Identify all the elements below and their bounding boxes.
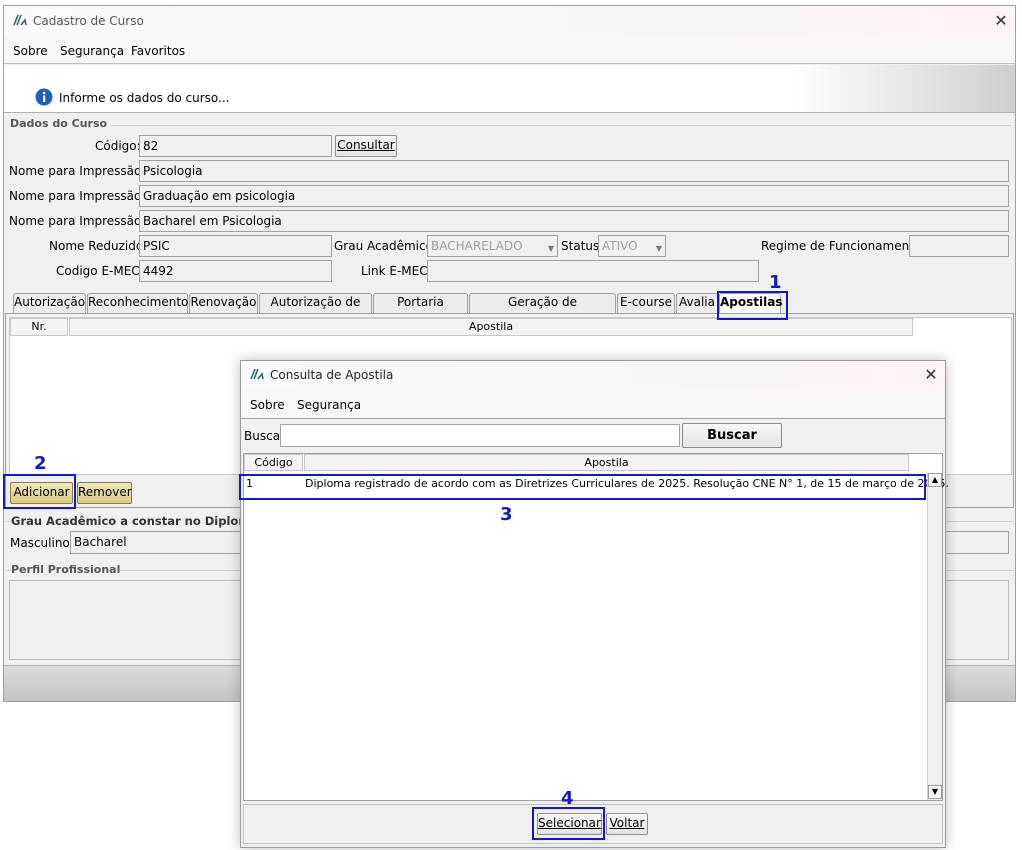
tab-geracao-ra[interactable]: Geração de RA/Matrículas xyxy=(469,293,616,326)
col-header-nr[interactable]: Nr. xyxy=(10,318,68,336)
annotation-number-2: 2 xyxy=(34,453,47,474)
masculino-label: Masculino: xyxy=(10,536,74,550)
dialog-menu-seguranca[interactable]: Segurança xyxy=(297,398,361,412)
grau-select[interactable]: BACHARELADO ▼ xyxy=(427,235,558,257)
main-menu-bar: Sobre Segurança Favoritos xyxy=(4,36,1015,64)
status-select-value: ATIVO xyxy=(602,239,638,253)
annotation-box-4 xyxy=(532,807,605,840)
info-banner: Informe os dados do curso... xyxy=(4,65,1015,113)
tab-reconhecimento[interactable]: Reconhecimento xyxy=(87,293,188,313)
annotation-box-3 xyxy=(239,474,926,500)
annotation-box-2 xyxy=(3,474,76,509)
nome-reduzido-label: Nome Reduzido: xyxy=(49,239,148,253)
info-icon xyxy=(35,88,53,106)
chevron-down-icon: ▼ xyxy=(655,244,662,253)
dados-group-title: Dados do Curso xyxy=(10,117,112,130)
dialog-menu-bar: Sobre Segurança xyxy=(241,389,945,419)
nome1-label: Nome para Impressão 1: xyxy=(9,164,157,178)
annotation-number-1: 1 xyxy=(769,272,782,293)
grau-label: Grau Acadêmico: xyxy=(334,239,437,253)
scroll-up-icon[interactable]: ▲ xyxy=(928,473,942,487)
nome1-field[interactable]: Psicologia xyxy=(139,160,1009,182)
nome3-field[interactable]: Bacharel em Psicologia xyxy=(139,210,1009,232)
app-logo-icon xyxy=(13,14,27,26)
dialog-menu-sobre[interactable]: Sobre xyxy=(250,398,285,412)
link-emec-label: Link E-MEC: xyxy=(361,264,432,278)
link-emec-field[interactable] xyxy=(427,260,759,282)
emec-field[interactable]: 4492 xyxy=(139,260,332,282)
nome3-label: Nome para Impressão 3: xyxy=(9,214,157,228)
emec-label: Codigo E-MEC: xyxy=(56,264,144,278)
regime-label: Regime de Funcionamento: xyxy=(761,239,926,253)
voltar-button[interactable]: Voltar xyxy=(606,813,648,835)
dialog-col-header-apostila[interactable]: Apostila xyxy=(304,454,909,471)
status-select[interactable]: ATIVO ▼ xyxy=(598,235,666,257)
app-logo-icon xyxy=(250,368,264,380)
regime-field[interactable] xyxy=(909,235,1009,257)
nome2-label: Nome para Impressão 2: xyxy=(9,189,157,203)
main-window-title: Cadastro de Curso xyxy=(33,14,144,28)
main-close-button[interactable]: ✕ xyxy=(990,10,1012,32)
main-title-bar: Cadastro de Curso ✕ xyxy=(4,6,1015,36)
codigo-label: Código: xyxy=(95,139,141,153)
perfil-title: Perfil Profissional xyxy=(11,563,121,576)
remover-button[interactable]: Remover xyxy=(77,482,132,504)
annotation-box-1 xyxy=(717,291,788,320)
annotation-number-4: 4 xyxy=(561,788,574,809)
nome2-field[interactable]: Graduação em psicologia xyxy=(139,185,1009,207)
dialog-title-bar: Consulta de Apostila ✕ xyxy=(241,361,945,389)
annotation-number-3: 3 xyxy=(500,504,513,525)
tab-renovacao[interactable]: Renovação xyxy=(189,293,258,313)
status-label: Status: xyxy=(561,239,604,253)
chevron-down-icon: ▼ xyxy=(547,244,554,253)
info-text: Informe os dados do curso... xyxy=(59,91,230,105)
nome-reduzido-field[interactable]: PSIC xyxy=(139,235,332,257)
tab-portaria-vigente[interactable]: Portaria Vigente xyxy=(373,293,468,326)
tab-autorizacao[interactable]: Autorização xyxy=(13,293,86,313)
menu-sobre[interactable]: Sobre xyxy=(13,44,48,58)
tab-avalia[interactable]: Avalia xyxy=(676,293,718,313)
col-header-apostila[interactable]: Apostila xyxy=(69,318,913,336)
codigo-field[interactable]: 82 xyxy=(139,135,332,157)
menu-seguranca[interactable]: Segurança xyxy=(60,44,124,58)
dialog-scrollbar[interactable]: ▲ ▼ xyxy=(927,473,942,800)
dialog-col-header-codigo[interactable]: Código xyxy=(244,454,303,471)
consultar-button[interactable]: Consultar xyxy=(335,135,397,157)
menu-favoritos[interactable]: Favoritos xyxy=(131,44,185,58)
tab-ecourse[interactable]: E-course xyxy=(617,293,675,313)
voltar-label: Voltar xyxy=(609,816,645,830)
scroll-down-icon[interactable]: ▼ xyxy=(928,785,942,799)
grau-select-value: BACHARELADO xyxy=(431,239,523,253)
dialog-results-table xyxy=(243,453,943,801)
busca-input[interactable] xyxy=(280,424,680,447)
consultar-label: Consultar xyxy=(337,138,395,152)
tab-autorizacao-de-uso[interactable]: Autorização de Uso xyxy=(259,293,372,326)
buscar-button[interactable]: Buscar xyxy=(682,423,782,448)
dados-group-line xyxy=(9,125,1011,126)
dialog-title: Consulta de Apostila xyxy=(270,368,394,382)
busca-label: Busca: xyxy=(244,429,285,443)
dialog-close-button[interactable]: ✕ xyxy=(920,364,942,386)
